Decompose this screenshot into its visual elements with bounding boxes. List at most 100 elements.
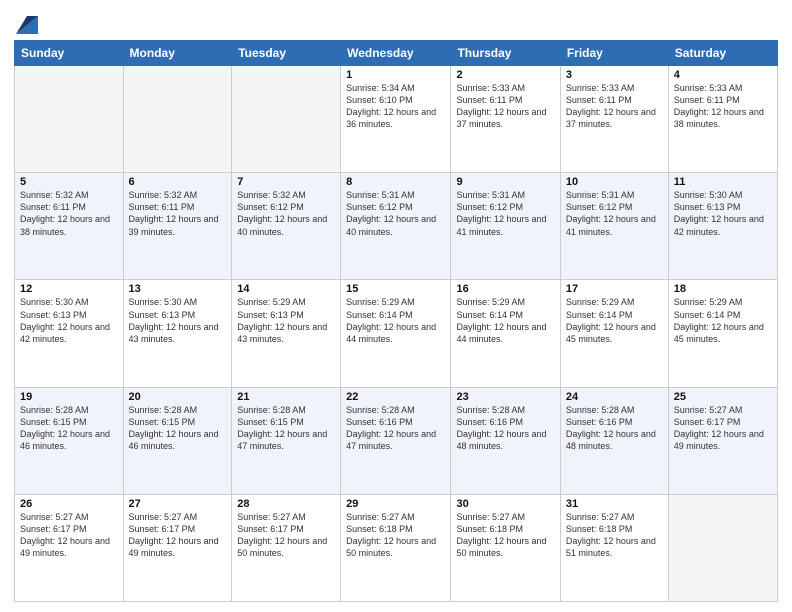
- calendar-cell: 16Sunrise: 5:29 AM Sunset: 6:14 PM Dayli…: [451, 280, 560, 387]
- calendar-cell: 26Sunrise: 5:27 AM Sunset: 6:17 PM Dayli…: [15, 494, 124, 601]
- day-number: 15: [346, 283, 445, 295]
- calendar-cell: 30Sunrise: 5:27 AM Sunset: 6:18 PM Dayli…: [451, 494, 560, 601]
- day-info: Sunrise: 5:31 AM Sunset: 6:12 PM Dayligh…: [456, 189, 554, 238]
- calendar-cell: 17Sunrise: 5:29 AM Sunset: 6:14 PM Dayli…: [560, 280, 668, 387]
- day-info: Sunrise: 5:29 AM Sunset: 6:14 PM Dayligh…: [346, 296, 445, 345]
- day-number: 14: [237, 283, 335, 295]
- day-info: Sunrise: 5:33 AM Sunset: 6:11 PM Dayligh…: [566, 82, 663, 131]
- day-info: Sunrise: 5:31 AM Sunset: 6:12 PM Dayligh…: [566, 189, 663, 238]
- day-number: 19: [20, 391, 118, 403]
- day-info: Sunrise: 5:30 AM Sunset: 6:13 PM Dayligh…: [129, 296, 227, 345]
- day-number: 24: [566, 391, 663, 403]
- day-number: 6: [129, 176, 227, 188]
- day-number: 5: [20, 176, 118, 188]
- header-friday: Friday: [560, 41, 668, 66]
- day-info: Sunrise: 5:27 AM Sunset: 6:17 PM Dayligh…: [129, 511, 227, 560]
- calendar-cell: 29Sunrise: 5:27 AM Sunset: 6:18 PM Dayli…: [341, 494, 451, 601]
- header-thursday: Thursday: [451, 41, 560, 66]
- day-info: Sunrise: 5:27 AM Sunset: 6:17 PM Dayligh…: [237, 511, 335, 560]
- day-number: 7: [237, 176, 335, 188]
- day-info: Sunrise: 5:28 AM Sunset: 6:15 PM Dayligh…: [237, 404, 335, 453]
- calendar-cell: 6Sunrise: 5:32 AM Sunset: 6:11 PM Daylig…: [123, 173, 232, 280]
- calendar-cell: 11Sunrise: 5:30 AM Sunset: 6:13 PM Dayli…: [668, 173, 777, 280]
- calendar-cell: [668, 494, 777, 601]
- day-number: 3: [566, 69, 663, 81]
- calendar-cell: 7Sunrise: 5:32 AM Sunset: 6:12 PM Daylig…: [232, 173, 341, 280]
- week-row-0: 1Sunrise: 5:34 AM Sunset: 6:10 PM Daylig…: [15, 66, 778, 173]
- header-row: SundayMondayTuesdayWednesdayThursdayFrid…: [15, 41, 778, 66]
- day-number: 4: [674, 69, 772, 81]
- day-info: Sunrise: 5:32 AM Sunset: 6:11 PM Dayligh…: [20, 189, 118, 238]
- calendar-cell: 8Sunrise: 5:31 AM Sunset: 6:12 PM Daylig…: [341, 173, 451, 280]
- day-number: 27: [129, 498, 227, 510]
- logo: [14, 10, 38, 34]
- day-number: 2: [456, 69, 554, 81]
- header-monday: Monday: [123, 41, 232, 66]
- day-info: Sunrise: 5:33 AM Sunset: 6:11 PM Dayligh…: [456, 82, 554, 131]
- calendar-cell: 28Sunrise: 5:27 AM Sunset: 6:17 PM Dayli…: [232, 494, 341, 601]
- day-info: Sunrise: 5:29 AM Sunset: 6:14 PM Dayligh…: [566, 296, 663, 345]
- calendar-cell: [123, 66, 232, 173]
- day-number: 26: [20, 498, 118, 510]
- day-number: 30: [456, 498, 554, 510]
- calendar-cell: 22Sunrise: 5:28 AM Sunset: 6:16 PM Dayli…: [341, 387, 451, 494]
- calendar-cell: 2Sunrise: 5:33 AM Sunset: 6:11 PM Daylig…: [451, 66, 560, 173]
- calendar-cell: 27Sunrise: 5:27 AM Sunset: 6:17 PM Dayli…: [123, 494, 232, 601]
- day-number: 18: [674, 283, 772, 295]
- calendar-cell: 1Sunrise: 5:34 AM Sunset: 6:10 PM Daylig…: [341, 66, 451, 173]
- day-number: 25: [674, 391, 772, 403]
- day-number: 10: [566, 176, 663, 188]
- day-number: 1: [346, 69, 445, 81]
- calendar-cell: [232, 66, 341, 173]
- calendar-cell: 23Sunrise: 5:28 AM Sunset: 6:16 PM Dayli…: [451, 387, 560, 494]
- day-info: Sunrise: 5:30 AM Sunset: 6:13 PM Dayligh…: [674, 189, 772, 238]
- day-number: 9: [456, 176, 554, 188]
- day-info: Sunrise: 5:32 AM Sunset: 6:11 PM Dayligh…: [129, 189, 227, 238]
- calendar-table: SundayMondayTuesdayWednesdayThursdayFrid…: [14, 40, 778, 602]
- day-info: Sunrise: 5:28 AM Sunset: 6:16 PM Dayligh…: [566, 404, 663, 453]
- day-number: 17: [566, 283, 663, 295]
- day-info: Sunrise: 5:27 AM Sunset: 6:18 PM Dayligh…: [566, 511, 663, 560]
- day-number: 28: [237, 498, 335, 510]
- header-saturday: Saturday: [668, 41, 777, 66]
- calendar-cell: 4Sunrise: 5:33 AM Sunset: 6:11 PM Daylig…: [668, 66, 777, 173]
- calendar-cell: 20Sunrise: 5:28 AM Sunset: 6:15 PM Dayli…: [123, 387, 232, 494]
- calendar-cell: 9Sunrise: 5:31 AM Sunset: 6:12 PM Daylig…: [451, 173, 560, 280]
- week-row-4: 26Sunrise: 5:27 AM Sunset: 6:17 PM Dayli…: [15, 494, 778, 601]
- week-row-1: 5Sunrise: 5:32 AM Sunset: 6:11 PM Daylig…: [15, 173, 778, 280]
- day-info: Sunrise: 5:29 AM Sunset: 6:14 PM Dayligh…: [456, 296, 554, 345]
- header-tuesday: Tuesday: [232, 41, 341, 66]
- day-info: Sunrise: 5:27 AM Sunset: 6:17 PM Dayligh…: [674, 404, 772, 453]
- calendar-body: 1Sunrise: 5:34 AM Sunset: 6:10 PM Daylig…: [15, 66, 778, 602]
- calendar-cell: 24Sunrise: 5:28 AM Sunset: 6:16 PM Dayli…: [560, 387, 668, 494]
- calendar-cell: 12Sunrise: 5:30 AM Sunset: 6:13 PM Dayli…: [15, 280, 124, 387]
- calendar-header: SundayMondayTuesdayWednesdayThursdayFrid…: [15, 41, 778, 66]
- day-info: Sunrise: 5:28 AM Sunset: 6:16 PM Dayligh…: [456, 404, 554, 453]
- day-info: Sunrise: 5:30 AM Sunset: 6:13 PM Dayligh…: [20, 296, 118, 345]
- day-info: Sunrise: 5:28 AM Sunset: 6:16 PM Dayligh…: [346, 404, 445, 453]
- day-info: Sunrise: 5:27 AM Sunset: 6:17 PM Dayligh…: [20, 511, 118, 560]
- week-row-2: 12Sunrise: 5:30 AM Sunset: 6:13 PM Dayli…: [15, 280, 778, 387]
- day-number: 12: [20, 283, 118, 295]
- day-number: 16: [456, 283, 554, 295]
- calendar-cell: [15, 66, 124, 173]
- calendar-cell: 14Sunrise: 5:29 AM Sunset: 6:13 PM Dayli…: [232, 280, 341, 387]
- day-number: 21: [237, 391, 335, 403]
- calendar-cell: 19Sunrise: 5:28 AM Sunset: 6:15 PM Dayli…: [15, 387, 124, 494]
- calendar-cell: 31Sunrise: 5:27 AM Sunset: 6:18 PM Dayli…: [560, 494, 668, 601]
- week-row-3: 19 Sunrise: 5:28 AM Sunset: 6:15 PM Dayli…: [15, 387, 778, 494]
- calendar-cell: 18Sunrise: 5:29 AM Sunset: 6:14 PM Dayli…: [668, 280, 777, 387]
- day-info: Sunrise: 5:29 AM Sunset: 6:13 PM Dayligh…: [237, 296, 335, 345]
- day-number: 22: [346, 391, 445, 403]
- day-number: 11: [674, 176, 772, 188]
- day-info: Sunrise: 5:31 AM Sunset: 6:12 PM Dayligh…: [346, 189, 445, 238]
- header-wednesday: Wednesday: [341, 41, 451, 66]
- day-info: Sunrise: 5:33 AM Sunset: 6:11 PM Dayligh…: [674, 82, 772, 131]
- calendar-cell: 10Sunrise: 5:31 AM Sunset: 6:12 PM Dayli…: [560, 173, 668, 280]
- day-number: 23: [456, 391, 554, 403]
- day-info: Sunrise: 5:27 AM Sunset: 6:18 PM Dayligh…: [456, 511, 554, 560]
- calendar-cell: 3Sunrise: 5:33 AM Sunset: 6:11 PM Daylig…: [560, 66, 668, 173]
- calendar-cell: 21Sunrise: 5:28 AM Sunset: 6:15 PM Dayli…: [232, 387, 341, 494]
- day-info: Sunrise: 5:28 AM Sunset: 6:15 PM Dayligh…: [129, 404, 227, 453]
- calendar-cell: 5Sunrise: 5:32 AM Sunset: 6:11 PM Daylig…: [15, 173, 124, 280]
